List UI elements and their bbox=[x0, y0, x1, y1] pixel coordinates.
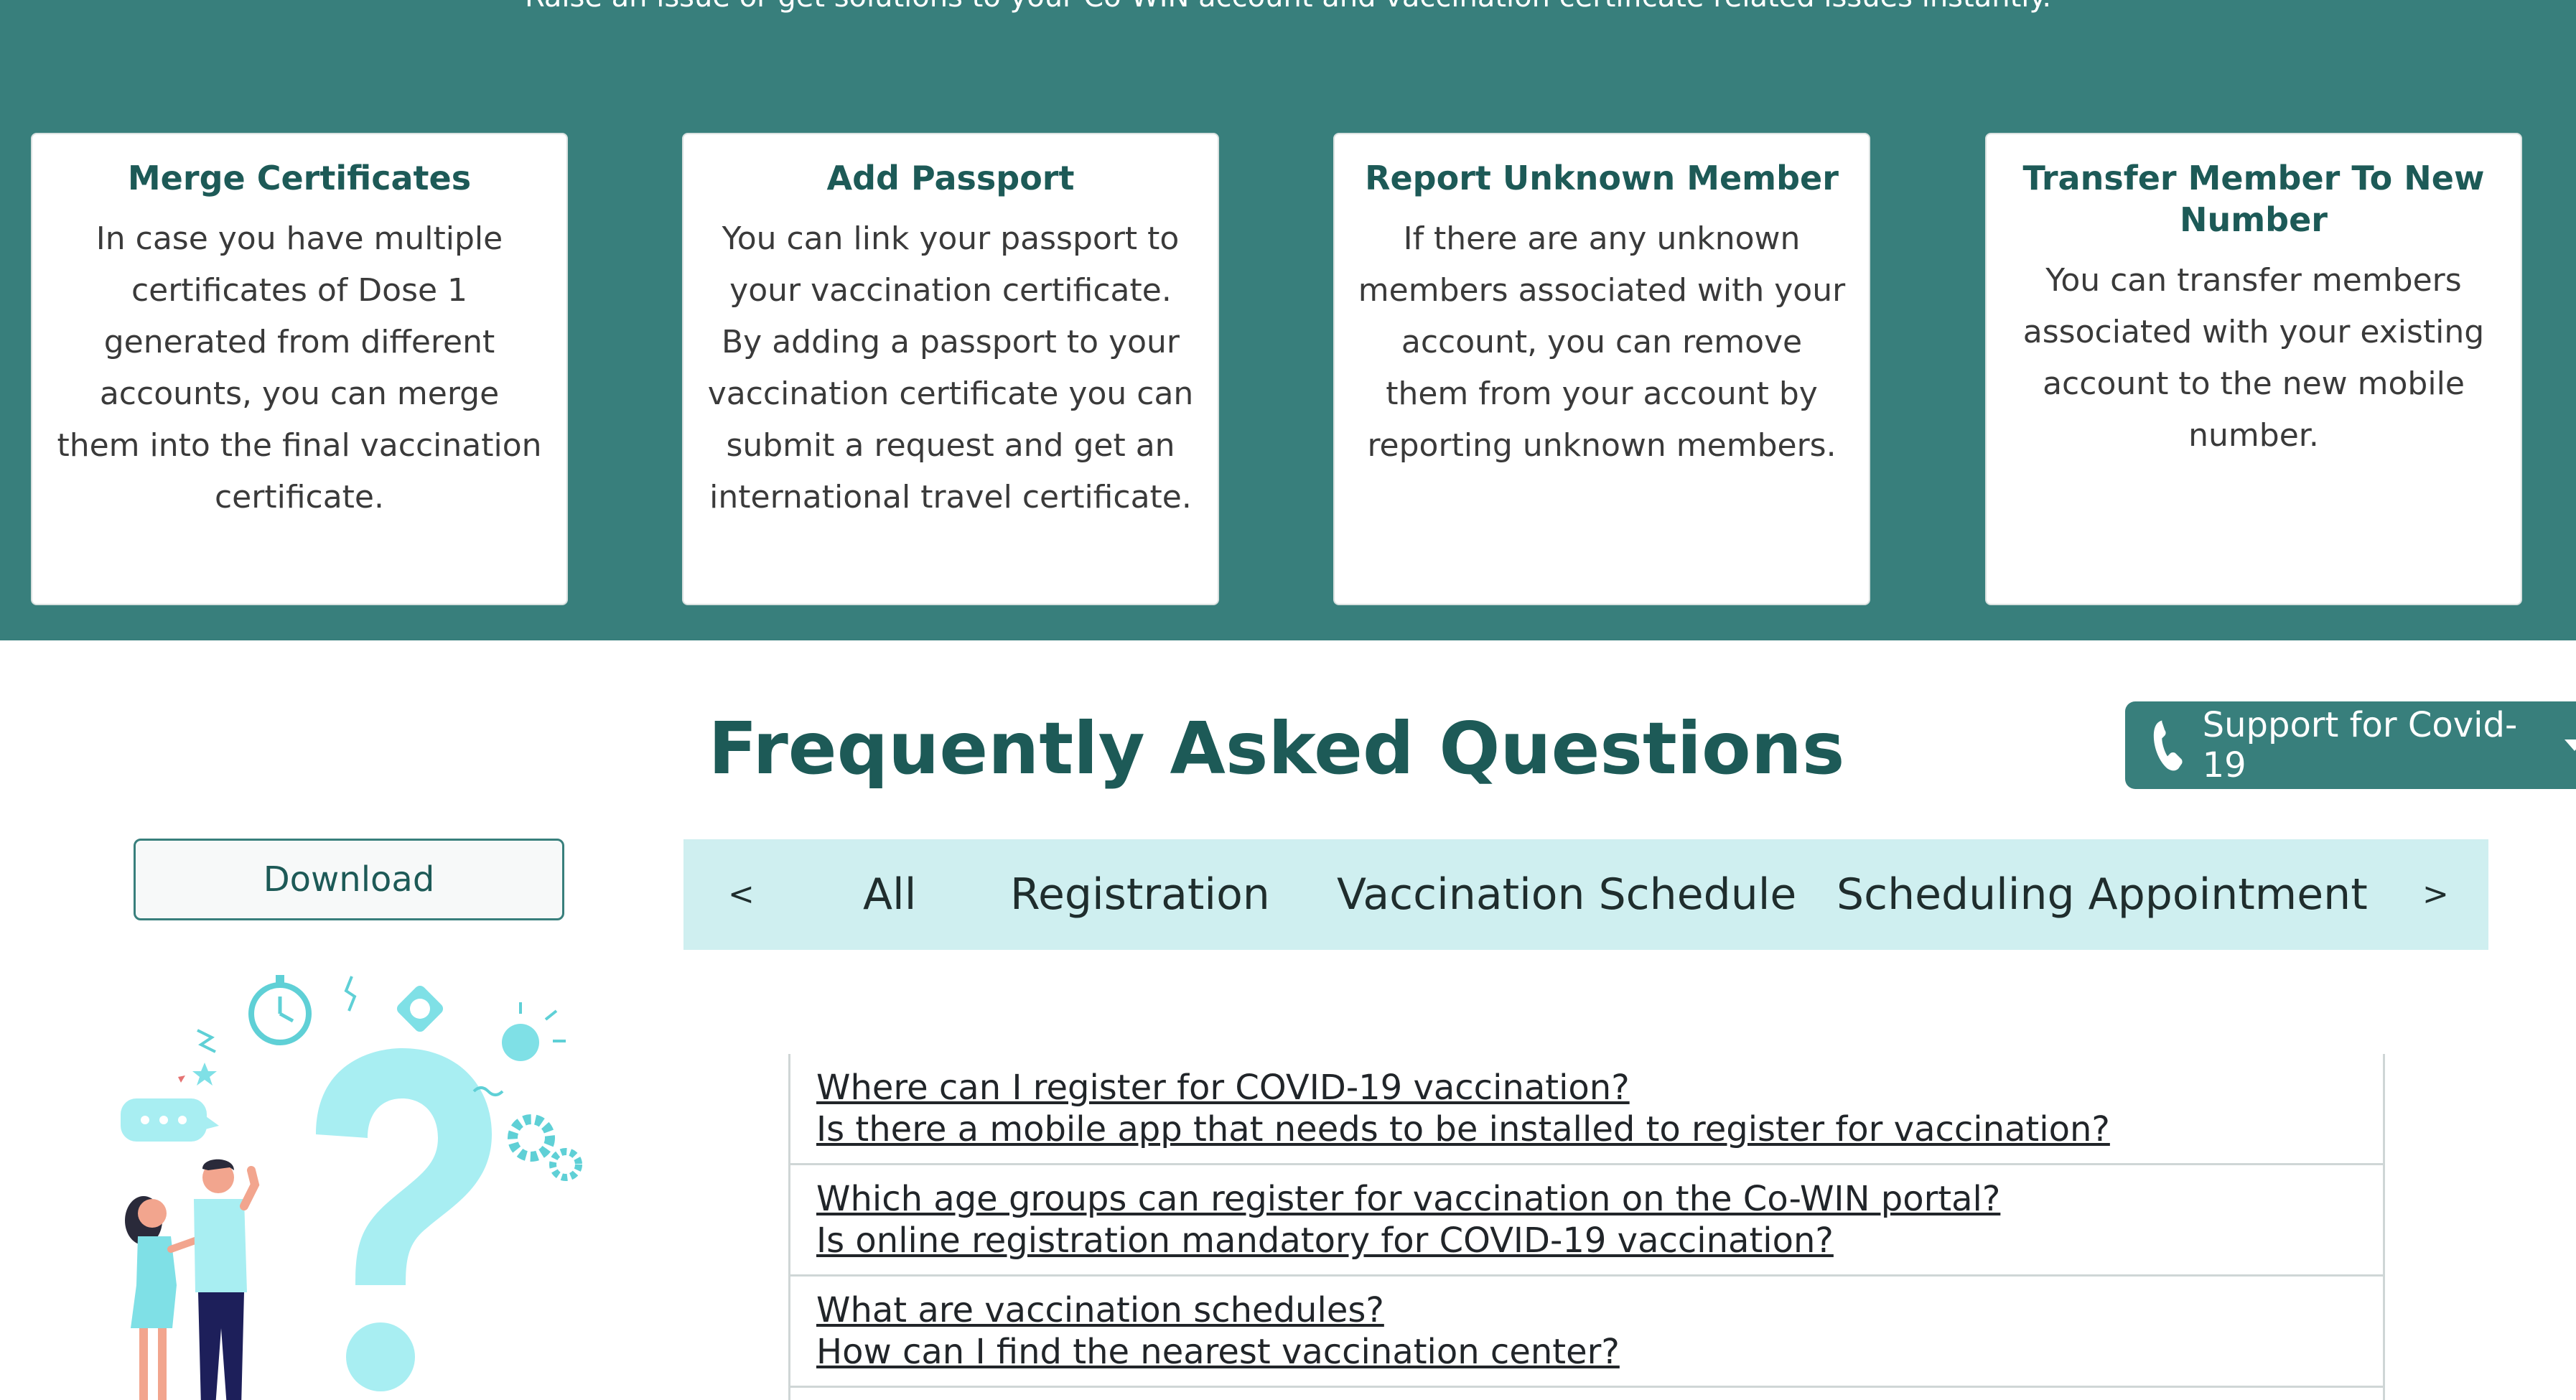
faq-question-link[interactable]: Is there a mobile app that needs to be i… bbox=[816, 1109, 2383, 1150]
tab-all[interactable]: All bbox=[863, 839, 916, 950]
card-title: Transfer Member To New Number bbox=[2022, 159, 2485, 239]
question-mark-graphic bbox=[316, 1048, 492, 1391]
services-band: Raise an issue or get solutions to your … bbox=[0, 0, 2576, 640]
faq-question-link[interactable]: Where can I register for COVID-19 vaccin… bbox=[816, 1067, 2383, 1109]
card-transfer-member[interactable]: Transfer Member To New Number You can tr… bbox=[1985, 133, 2522, 605]
card-description: If there are any unknown members associa… bbox=[1358, 220, 1846, 464]
faq-category-tabs: < All Registration Vaccination Schedule … bbox=[683, 839, 2488, 950]
faq-question-link[interactable]: Which age groups can register for vaccin… bbox=[816, 1178, 2383, 1220]
tab-registration[interactable]: Registration bbox=[1010, 839, 1270, 950]
card-description: In case you have multiple certificates o… bbox=[57, 220, 542, 515]
services-intro: Raise an issue or get solutions to your … bbox=[0, 0, 2576, 16]
card-title: Merge Certificates bbox=[127, 159, 472, 197]
download-button[interactable]: Download bbox=[134, 839, 564, 920]
faq-title: Frequently Asked Questions bbox=[708, 706, 1845, 790]
card-description: You can transfer members associated with… bbox=[2022, 262, 2485, 454]
support-label: Support for Covid-19 bbox=[2202, 705, 2518, 785]
tab-next-arrow[interactable]: > bbox=[2422, 839, 2449, 950]
faq-question-link[interactable]: Is online registration mandatory for COV… bbox=[816, 1220, 2383, 1261]
list-item: Which age groups can register for vaccin… bbox=[790, 1165, 2383, 1277]
stopwatch-icon bbox=[248, 975, 312, 1045]
faq-question-list: Where can I register for COVID-19 vaccin… bbox=[788, 1054, 2385, 1400]
tab-vaccination-schedule[interactable]: Vaccination Schedule bbox=[1337, 839, 1796, 950]
person-woman-figure bbox=[125, 1196, 205, 1400]
light-bulb-icon bbox=[502, 1002, 566, 1061]
list-item: What are vaccination schedules? How can … bbox=[790, 1277, 2383, 1388]
faq-question-link[interactable]: What are vaccination schedules? bbox=[816, 1289, 2383, 1331]
card-report-unknown-member[interactable]: Report Unknown Member If there are any u… bbox=[1333, 133, 1870, 605]
card-title: Add Passport bbox=[826, 159, 1075, 197]
clock-icon bbox=[396, 985, 444, 1032]
chevron-down-icon bbox=[2565, 739, 2576, 751]
page: Raise an issue or get solutions to your … bbox=[0, 0, 2576, 1400]
card-description: You can link your passport to your vacci… bbox=[707, 220, 1194, 515]
gear-icon bbox=[508, 1114, 582, 1181]
person-man-figure bbox=[194, 1159, 260, 1400]
chat-bubble-icon bbox=[121, 1098, 219, 1142]
card-merge-certificates[interactable]: Merge Certificates In case you have mult… bbox=[31, 133, 568, 605]
list-item: Where can I register for COVID-19 vaccin… bbox=[790, 1054, 2383, 1165]
support-covid-dropdown[interactable]: Support for Covid-19 bbox=[2125, 701, 2576, 789]
tab-scheduling-appointment[interactable]: Scheduling Appointment bbox=[1837, 839, 2368, 950]
tab-prev-arrow[interactable]: < bbox=[728, 839, 755, 950]
faq-illustration bbox=[121, 975, 582, 1400]
card-title: Report Unknown Member bbox=[1365, 159, 1839, 197]
phone-icon bbox=[2153, 720, 2183, 771]
faq-question-link[interactable]: How can I find the nearest vaccination c… bbox=[816, 1331, 2383, 1373]
card-add-passport[interactable]: Add Passport You can link your passport … bbox=[682, 133, 1219, 605]
